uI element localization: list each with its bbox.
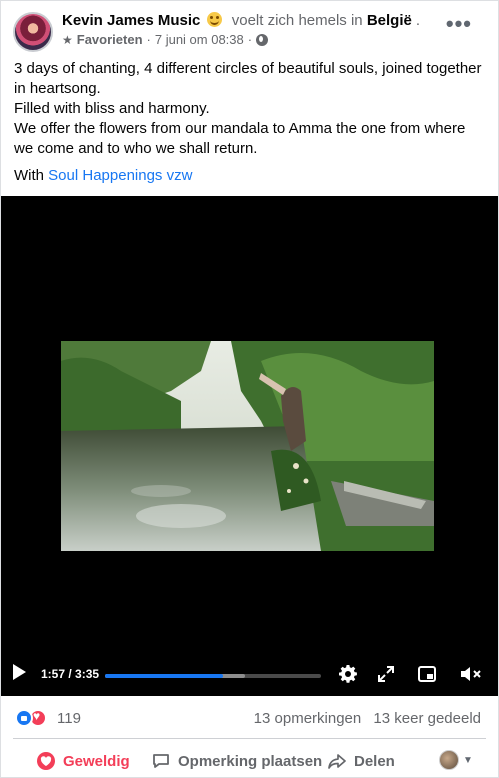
audience-selector[interactable]: ▼ (439, 750, 473, 770)
tagged-page-link[interactable]: Soul Happenings vzw (48, 167, 192, 184)
caret-down-icon: ▼ (463, 754, 473, 766)
share-count[interactable]: 13 keer gedeeld (373, 710, 481, 727)
smiling-emoji-icon (206, 12, 222, 27)
comment-button[interactable]: Opmerking plaatsen (151, 749, 322, 773)
author-name[interactable]: Kevin James Music (62, 12, 200, 29)
meta-separator: · (146, 32, 151, 47)
share-icon (328, 754, 346, 769)
profile-avatar (439, 750, 459, 770)
progress-fill (105, 674, 223, 678)
favorites-label: Favorieten (76, 32, 143, 47)
love-button-label: Geweldig (63, 752, 130, 770)
post-line: 3 days of chanting, 4 different circles … (14, 60, 482, 97)
gear-icon[interactable] (338, 664, 358, 684)
love-button[interactable]: Geweldig (36, 749, 130, 773)
header-text: Kevin James Music voelt zich hemels in B… (62, 12, 486, 48)
reaction-count[interactable]: 119 (57, 710, 81, 727)
feeling-activity: voelt zich hemels in (231, 12, 363, 29)
reaction-summary[interactable]: 119 (15, 709, 81, 727)
divider (13, 738, 486, 739)
video-thumbnail-image (61, 341, 434, 551)
post-card: Kevin James Music voelt zich hemels in B… (0, 0, 499, 778)
with-prefix: With (14, 167, 44, 184)
header-line: Kevin James Music voelt zich hemels in B… (62, 12, 486, 30)
with-line: With Soul Happenings vzw (14, 166, 192, 186)
picture-in-picture-icon[interactable] (417, 664, 437, 684)
video-player[interactable]: 1:57 / 3:35 (1, 196, 498, 696)
like-reaction-icon (15, 709, 33, 727)
expand-icon[interactable] (376, 664, 396, 684)
video-controls: 1:57 / 3:35 (1, 656, 498, 696)
comment-icon (153, 754, 169, 768)
post-line: We offer the flowers from our mandala to… (14, 120, 466, 157)
place-link[interactable]: België (367, 12, 412, 29)
period: . (415, 12, 421, 29)
post-stats: 13 opmerkingen 13 keer gedeeld (254, 710, 481, 727)
video-time: 1:57 / 3:35 (41, 667, 100, 681)
share-button[interactable]: Delen (327, 749, 395, 773)
share-button-label: Delen (354, 752, 395, 770)
comment-button-label: Opmerking plaatsen (178, 752, 323, 770)
meta-separator: · (247, 32, 253, 47)
post-text: 3 days of chanting, 4 different circles … (14, 59, 484, 159)
volume-muted-icon[interactable] (459, 664, 483, 684)
more-options-icon[interactable]: ••• (446, 13, 472, 35)
post-date[interactable]: 7 juni om 08:38 (155, 32, 244, 48)
play-icon[interactable] (13, 664, 26, 680)
progress-bar[interactable] (105, 674, 321, 678)
post-line: Filled with bliss and harmony. (14, 100, 210, 117)
post-meta: ★ Favorieten · 7 juni om 08:38 · (62, 32, 486, 48)
post-header: Kevin James Music voelt zich hemels in B… (13, 12, 486, 52)
video-frame[interactable] (61, 341, 434, 551)
globe-icon[interactable] (256, 33, 269, 46)
author-avatar[interactable] (13, 12, 53, 52)
love-reaction-icon (37, 752, 55, 770)
comment-count[interactable]: 13 opmerkingen (254, 710, 362, 727)
star-icon: ★ (62, 32, 73, 47)
